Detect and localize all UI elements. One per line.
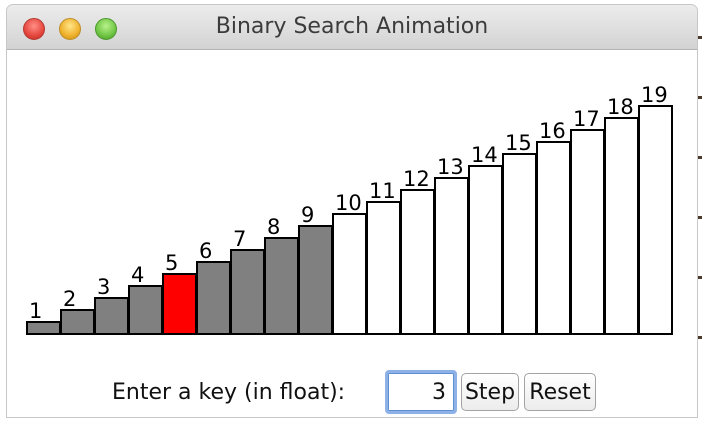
bar <box>230 249 265 335</box>
background-window-mark <box>698 276 702 279</box>
animation-panel: 1 2 3 4 5 6 7 8 9 10 11 12 13 14 15 16 17 18 19 Enter a ke… <box>7 50 697 417</box>
bar-value-label: 19 <box>641 83 668 107</box>
app-window: Binary Search Animation 1 2 3 4 5 6 7 8 9 10 11 12 1… <box>7 5 697 417</box>
bar-chart: 1 2 3 4 5 6 7 8 9 10 11 12 13 14 15 16 17 18 19 <box>26 83 673 335</box>
bar <box>400 189 435 335</box>
background-window-edge <box>697 0 702 422</box>
title-bar[interactable]: Binary Search Animation <box>7 5 697 50</box>
bar-value-label: 1 <box>29 299 42 323</box>
bar-value-label: 9 <box>301 203 314 227</box>
bar-value-label: 2 <box>63 287 76 311</box>
bar <box>366 201 401 335</box>
bar-value-label: 13 <box>437 155 464 179</box>
window-title: Binary Search Animation <box>215 14 489 39</box>
bar <box>604 117 639 335</box>
key-label: Enter a key (in float): <box>112 380 346 405</box>
bar-value-label: 15 <box>505 131 532 155</box>
background-window-mark <box>698 156 702 159</box>
bar <box>434 177 469 335</box>
bar <box>468 165 503 335</box>
bar-value-label: 17 <box>573 107 600 131</box>
background-window-mark <box>698 336 702 339</box>
bar <box>26 321 61 335</box>
bar <box>264 237 299 335</box>
bar <box>196 261 231 335</box>
bar <box>94 297 129 335</box>
bar-value-label: 4 <box>131 263 144 287</box>
background-window-mark <box>698 36 702 39</box>
bar-value-label: 12 <box>403 167 430 191</box>
background-window-mark <box>698 216 702 219</box>
bar-value-label: 11 <box>369 179 396 203</box>
bar <box>298 225 333 335</box>
bar-value-label: 8 <box>267 215 280 239</box>
bar-value-label: 6 <box>199 239 212 263</box>
bar <box>536 141 571 335</box>
bar <box>638 105 673 335</box>
background-window-mark <box>698 96 702 99</box>
bar-value-label: 5 <box>165 251 178 275</box>
bar-current <box>162 273 197 335</box>
control-panel: Enter a key (in float): Step Reset <box>7 368 697 417</box>
bar <box>332 213 367 335</box>
key-input[interactable] <box>385 370 457 414</box>
bar <box>60 309 95 335</box>
bar <box>128 285 163 335</box>
bar <box>502 153 537 335</box>
step-button[interactable]: Step <box>461 373 519 411</box>
bar-value-label: 16 <box>539 119 566 143</box>
reset-button[interactable]: Reset <box>524 373 596 411</box>
bar-value-label: 10 <box>335 191 362 215</box>
bar-value-label: 14 <box>471 143 498 167</box>
bar <box>570 129 605 335</box>
bar-value-label: 7 <box>233 227 246 251</box>
bar-value-label: 3 <box>97 275 110 299</box>
bar-value-label: 18 <box>607 95 634 119</box>
